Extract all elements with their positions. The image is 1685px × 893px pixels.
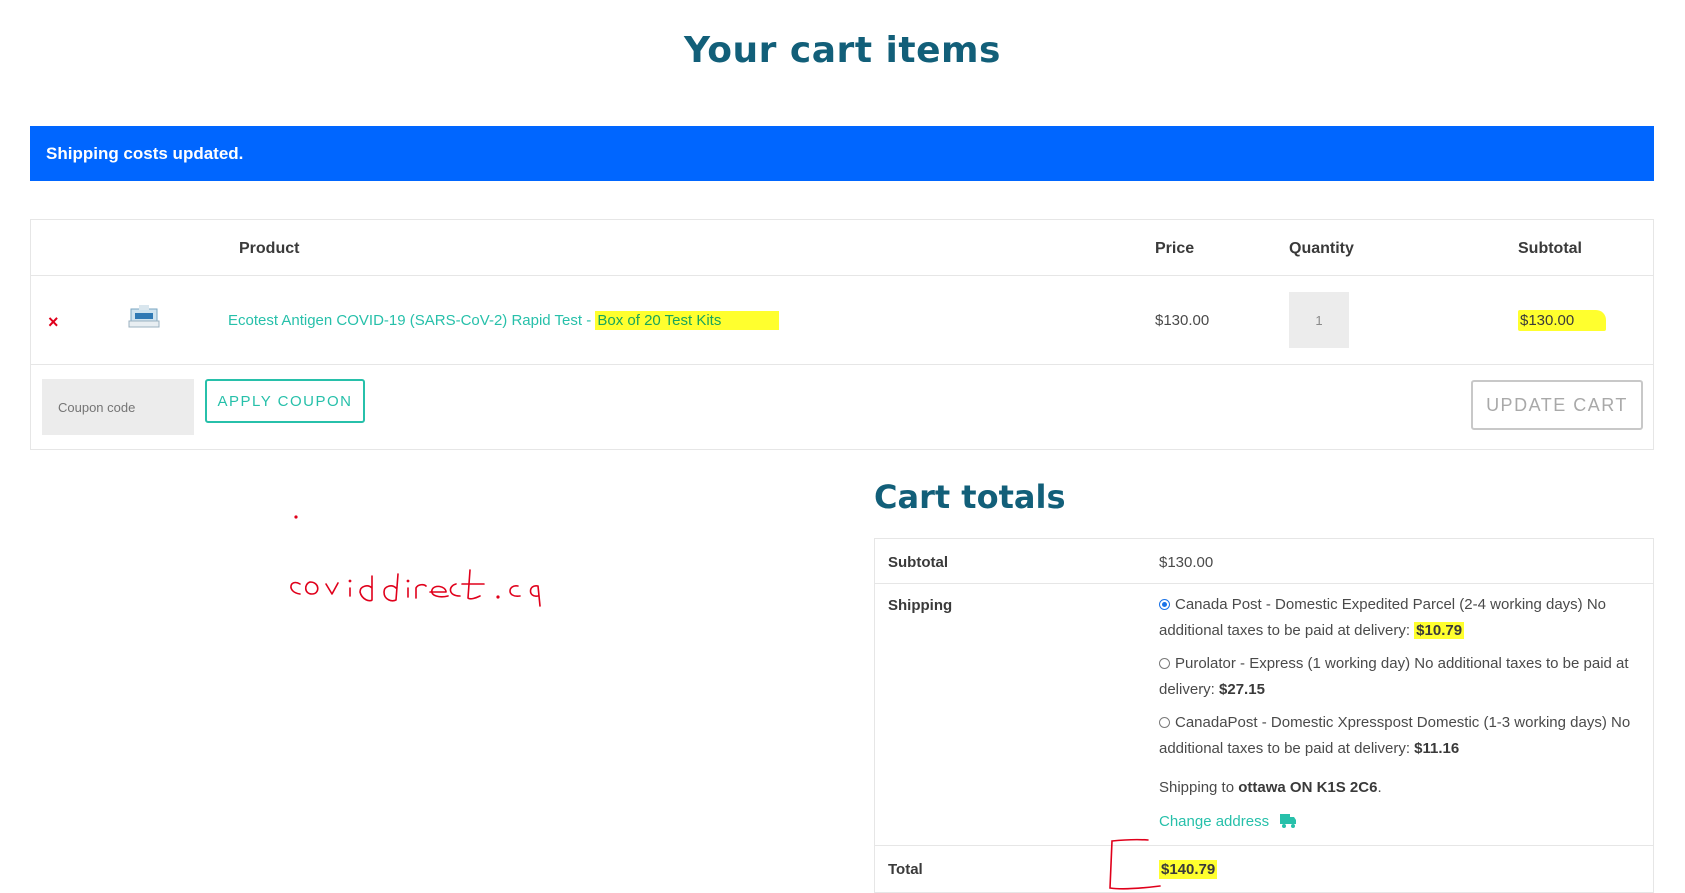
shipping-option-price: $27.15 (1219, 681, 1265, 698)
shipping-to-prefix: Shipping to (1159, 779, 1239, 796)
shipping-radio-selected[interactable] (1159, 599, 1170, 610)
shipping-option-canada-post-expedited[interactable]: Canada Post - Domestic Expedited Parcel … (1159, 592, 1634, 644)
handwritten-bracket (1109, 838, 1161, 890)
shipping-label: Shipping (888, 597, 953, 614)
shipping-radio[interactable] (1159, 658, 1170, 669)
quantity-input[interactable] (1289, 292, 1349, 348)
shipping-radio[interactable] (1159, 717, 1170, 728)
row-divider (31, 275, 1653, 276)
apply-coupon-button[interactable]: APPLY COUPON (205, 379, 365, 423)
shipping-option-text: CanadaPost - Domestic Xpresspost Domesti… (1159, 714, 1631, 757)
shipping-to-suffix: . (1377, 779, 1382, 796)
change-address-label: Change address (1159, 813, 1270, 830)
item-price: $130.00 (1155, 312, 1210, 329)
product-variant: Box of 20 Test Kits (595, 311, 780, 330)
shipping-option-canadapost-xpresspost[interactable]: CanadaPost - Domestic Xpresspost Domesti… (1159, 710, 1634, 762)
product-name: Ecotest Antigen COVID-19 (SARS-CoV-2) Ra… (228, 312, 596, 329)
shipping-option-price: $10.79 (1414, 622, 1465, 639)
shipping-option-price: $11.16 (1414, 740, 1460, 757)
page-title: Your cart items (684, 30, 1001, 71)
totals-subtotal-label: Subtotal (888, 554, 948, 571)
update-cart-button[interactable]: UPDATE CART (1471, 380, 1643, 430)
header-product: Product (239, 240, 300, 257)
shipping-address: ottawa ON K1S 2C6 (1238, 779, 1378, 796)
change-address-link[interactable]: Change address (1159, 813, 1297, 830)
row-divider (875, 583, 1653, 584)
shipping-option-text: Canada Post - Domestic Expedited Parcel … (1159, 596, 1607, 639)
header-price: Price (1155, 240, 1195, 257)
shipping-option-purolator-express[interactable]: Purolator - Express (1 working day) No a… (1159, 651, 1634, 703)
cart-totals-title: Cart totals (874, 478, 1066, 516)
header-quantity: Quantity (1289, 240, 1354, 257)
cart-totals-table: Subtotal $130.00 Shipping Canada Post - … (874, 538, 1654, 893)
truck-icon (1280, 814, 1297, 828)
product-link[interactable]: Ecotest Antigen COVID-19 (SARS-CoV-2) Ra… (228, 311, 780, 330)
row-divider (875, 845, 1653, 846)
handwritten-annotation (290, 515, 541, 607)
shipping-destination: Shipping to ottawa ON K1S 2C6. (1159, 779, 1382, 796)
cart-table: Product Price Quantity Subtotal × Ecotes… (30, 219, 1654, 450)
total-value: $140.79 (1159, 860, 1218, 879)
remove-item-icon[interactable]: × (48, 312, 59, 333)
shipping-updated-notice: Shipping costs updated. (30, 126, 1654, 181)
header-subtotal: Subtotal (1518, 240, 1582, 257)
totals-subtotal-value: $130.00 (1159, 554, 1214, 571)
item-subtotal: $130.00 (1518, 310, 1607, 331)
total-label: Total (888, 861, 923, 878)
row-divider (31, 364, 1653, 365)
product-box-icon[interactable] (127, 303, 163, 331)
coupon-code-input[interactable] (42, 379, 194, 435)
